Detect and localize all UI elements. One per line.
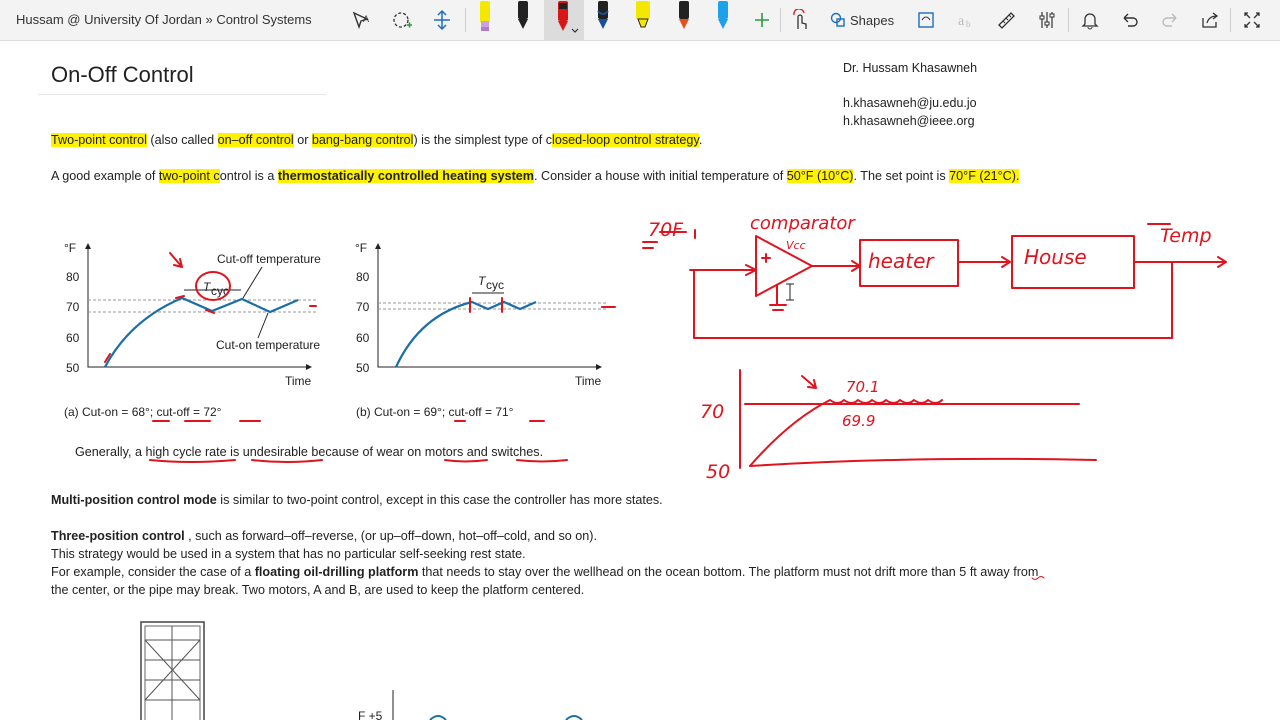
- ink-arrow: [169, 252, 183, 268]
- ink-response-curve: [749, 399, 943, 467]
- ink-text: comparator: [750, 213, 856, 234]
- ink-mark: [469, 297, 616, 313]
- ink-circle: [195, 271, 231, 301]
- ink-arrow: [801, 375, 817, 389]
- ink-text: 70: [700, 401, 724, 423]
- ink-arrow: [957, 256, 1011, 268]
- ink-text: 50: [706, 461, 730, 483]
- ink-text: 70F: [648, 219, 684, 241]
- ink-plus: [761, 253, 771, 263]
- ink-underline: [1031, 576, 1045, 580]
- feedback-line: [693, 261, 1173, 339]
- ink-text: 69.9: [842, 412, 875, 430]
- ink-arrow: [811, 260, 861, 272]
- text-cursor-icon: [786, 283, 794, 301]
- ink-annotations: 70F comparator Vcc heater House Temp 70 …: [104, 213, 1227, 580]
- ink-line: [689, 264, 757, 276]
- ink-text: Temp: [1160, 225, 1212, 247]
- ink-text: Vcc: [786, 239, 806, 252]
- ink-text: heater: [868, 249, 935, 273]
- ink-axes: [739, 369, 1097, 469]
- ink-arrow: [1133, 256, 1227, 268]
- ink-text: House: [1024, 245, 1087, 269]
- ink-underline: [149, 459, 568, 463]
- ink-mark: [104, 295, 317, 363]
- ground-symbol: [769, 284, 787, 311]
- ink-text: 70.1: [846, 378, 879, 396]
